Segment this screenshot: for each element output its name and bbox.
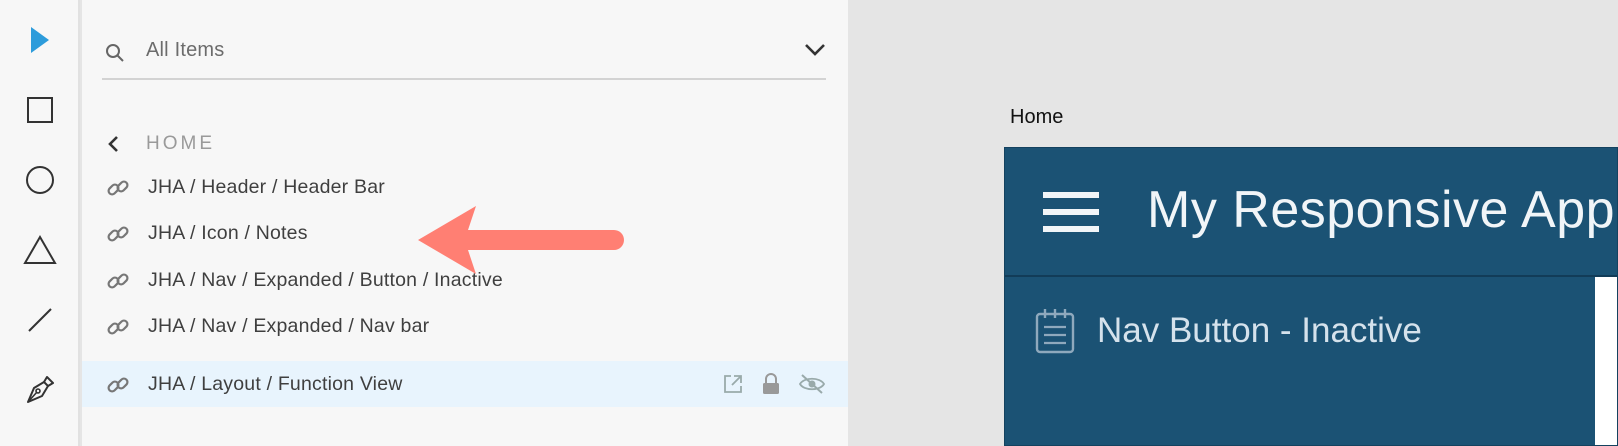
layer-name: JHA / Layout / Function View <box>148 372 403 395</box>
pointer-arrow-icon <box>418 206 624 274</box>
select-tool[interactable] <box>18 18 62 62</box>
select-arrow-icon <box>31 27 49 53</box>
artboard-label[interactable]: Home <box>1010 106 1063 129</box>
nav-button-label: Nav Button - Inactive <box>1097 311 1422 350</box>
nav-panel: Nav Button - Inactive <box>1005 277 1595 445</box>
pen-icon <box>27 376 54 403</box>
link-icon <box>107 180 129 196</box>
lock-icon[interactable] <box>762 373 780 395</box>
chevron-left-icon <box>108 136 118 152</box>
link-icon <box>107 319 129 335</box>
layer-item[interactable]: JHA / Nav / Expanded / Nav bar <box>82 303 848 349</box>
triangle-icon <box>23 234 57 264</box>
link-icon <box>107 273 129 289</box>
back-button[interactable] <box>106 128 126 160</box>
link-icon <box>107 377 129 393</box>
external-link-icon[interactable] <box>722 373 744 395</box>
layers-search[interactable]: All Items <box>102 26 826 80</box>
layer-name: JHA / Nav / Expanded / Nav bar <box>148 314 430 337</box>
triangle-tool[interactable] <box>18 228 62 272</box>
breadcrumb: HOME <box>106 128 215 160</box>
tools-toolbar <box>0 0 80 446</box>
app-title: My Responsive App <box>1147 181 1616 239</box>
eye-hidden-icon[interactable] <box>798 373 826 395</box>
layer-name: JHA / Header / Header Bar <box>148 175 385 198</box>
line-icon <box>28 308 52 332</box>
artboard[interactable]: My Responsive App Nav Button - Inactive <box>1004 147 1618 446</box>
ellipse-icon <box>26 166 54 194</box>
hamburger-menu-icon[interactable] <box>1043 190 1099 234</box>
search-icon <box>106 44 124 62</box>
layer-actions <box>722 373 826 395</box>
design-canvas[interactable]: Home My Responsive App Nav Button - Inac… <box>848 0 1618 446</box>
layers-panel: All Items HOME JHA / Header / Header Bar… <box>82 0 848 446</box>
rectangle-tool[interactable] <box>18 88 62 132</box>
notes-icon <box>1035 309 1075 354</box>
pen-tool[interactable] <box>18 368 62 412</box>
link-icon <box>107 226 129 242</box>
rectangle-icon <box>27 97 53 123</box>
ellipse-tool[interactable] <box>18 158 62 202</box>
nav-button-inactive[interactable]: Nav Button - Inactive <box>1035 305 1422 357</box>
layer-item-selected[interactable]: JHA / Layout / Function View <box>82 361 848 407</box>
search-input-value[interactable]: All Items <box>146 39 224 62</box>
layer-name: JHA / Icon / Notes <box>148 221 308 244</box>
app-header-bar[interactable]: My Responsive App <box>1005 148 1617 277</box>
breadcrumb-label: HOME <box>146 133 215 154</box>
chevron-down-icon[interactable] <box>804 42 826 58</box>
line-tool[interactable] <box>18 298 62 342</box>
